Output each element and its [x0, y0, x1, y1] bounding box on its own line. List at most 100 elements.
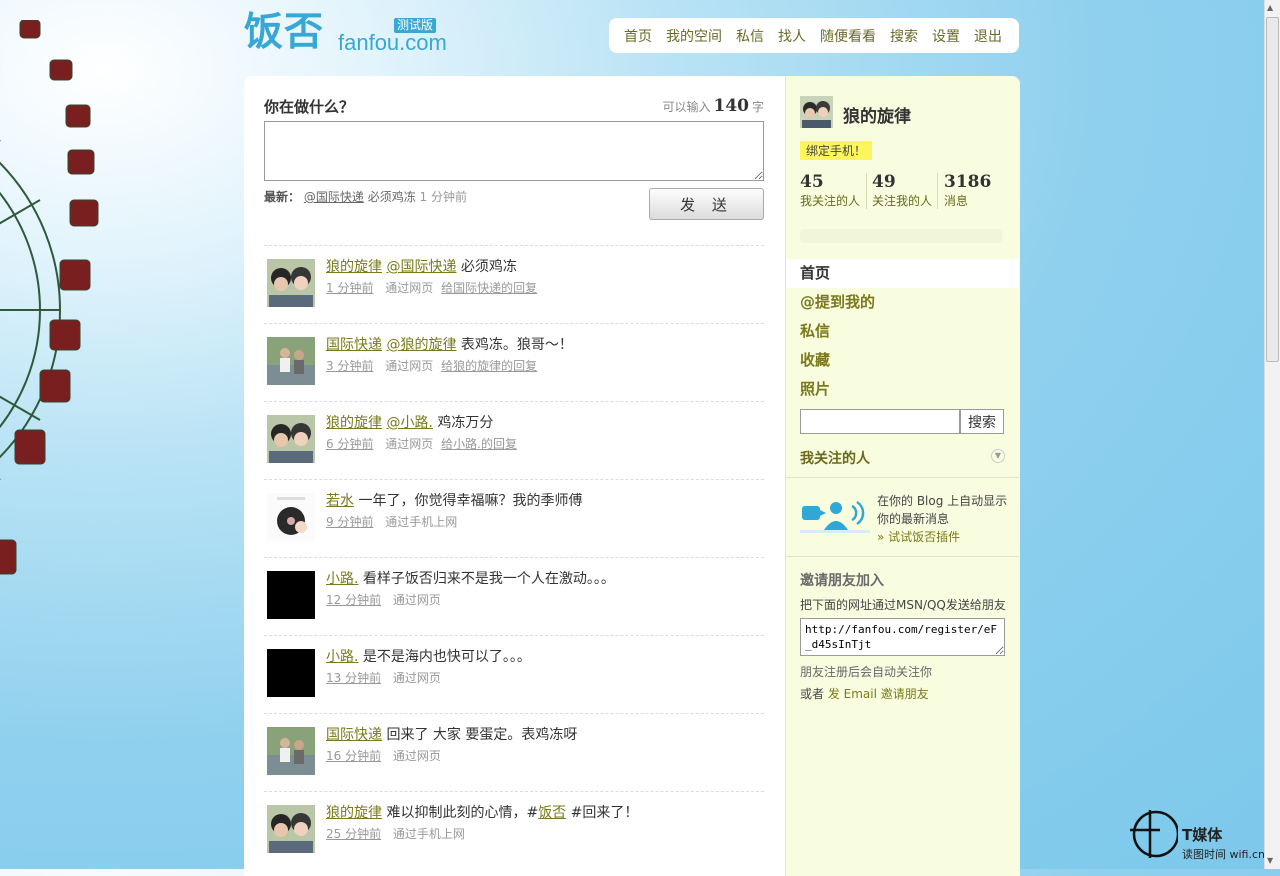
status-content: 若水 一年了，你觉得幸福嘛？我的季师傅: [326, 490, 756, 510]
stat-followers[interactable]: 49 关注我的人: [872, 172, 932, 209]
status-source: 通过网页: [392, 593, 441, 607]
status-text: 难以抑制此刻的心情，#: [386, 805, 539, 821]
reply-link[interactable]: 给狼的旋律的回复: [441, 359, 537, 373]
avatar-photo-outdoor[interactable]: [267, 727, 315, 775]
timeline-item: 狼的旋律 @小路. 鸡冻万分 6 分钟前 通过网页 给小路.的回复: [264, 401, 764, 479]
nav-browse[interactable]: 随便看看: [820, 26, 876, 46]
status-content: 小路. 看样子饭否归来不是我一个人在激动。。。: [326, 568, 756, 588]
following-section-title[interactable]: 我关注的人: [800, 448, 870, 468]
try-plugin-link[interactable]: » 试试饭否插件: [877, 528, 1012, 546]
sidebar-search-button[interactable]: 搜索: [960, 409, 1004, 434]
sidebar-item-favorites[interactable]: 收藏: [786, 346, 1019, 375]
status-text: 看样子饭否归来不是我一个人在激动。。。: [362, 571, 615, 587]
sidebar-menu: 首页 @提到我的 私信 收藏 照片: [786, 259, 1019, 404]
avatar-photo-pair[interactable]: [267, 805, 315, 853]
nav-my-space[interactable]: 我的空间: [666, 26, 722, 46]
author-link[interactable]: 国际快递: [326, 727, 382, 743]
author-link[interactable]: 狼的旋律: [326, 805, 382, 821]
status-text: 鸡冻万分: [437, 415, 494, 431]
composer-prompt: 你在做什么？: [264, 98, 355, 116]
status-time-link[interactable]: 12 分钟前: [326, 593, 381, 607]
scroll-up-icon[interactable]: ▲: [1267, 3, 1273, 12]
status-source: 通过网页: [385, 359, 434, 373]
fanfou-logo[interactable]: 饭否 fanfou.com 测试版: [244, 10, 447, 56]
avatar-photo-pair[interactable]: [267, 259, 315, 307]
invite-email-link[interactable]: 发 Email 邀请朋友: [828, 687, 929, 701]
latest-mention-link[interactable]: @国际快递: [304, 190, 364, 204]
nav-find-people[interactable]: 找人: [778, 26, 806, 46]
plugin-line1: 在你的 Blog 上自动显示: [877, 494, 1008, 508]
logo-chinese: 饭否: [244, 10, 325, 55]
bind-phone-link[interactable]: 绑定手机！: [800, 141, 873, 160]
invite-email-prefix: 或者: [800, 687, 825, 701]
stat-messages[interactable]: 3186 消息: [944, 172, 991, 209]
user-avatar[interactable]: [800, 96, 833, 128]
mention-link[interactable]: @国际快递: [386, 259, 456, 275]
avatar-photo-record[interactable]: [267, 493, 315, 541]
author-link[interactable]: 国际快递: [326, 337, 382, 353]
author-link[interactable]: 若水: [326, 493, 354, 509]
watermark: T媒体 读图时间 wifi.cn: [1130, 808, 1270, 863]
status-time-link[interactable]: 1 分钟前: [326, 281, 373, 295]
stat-following[interactable]: 45 我关注的人: [800, 172, 860, 209]
mention-link[interactable]: 饭否: [538, 805, 566, 821]
char-counter: 可以输入 140 字: [662, 96, 764, 116]
chevron-down-icon[interactable]: ▼: [991, 449, 1005, 463]
nav-home[interactable]: 首页: [624, 26, 652, 46]
divider: [786, 477, 1019, 478]
scroll-down-icon[interactable]: ▼: [1267, 856, 1273, 865]
status-text: 表鸡冻。狼哥～！: [460, 337, 573, 353]
reply-link[interactable]: 给国际快递的回复: [441, 281, 537, 295]
stat-following-label: 我关注的人: [800, 194, 861, 208]
sidebar-item-mentions[interactable]: @提到我的: [786, 288, 1019, 317]
avatar-photo-pair[interactable]: [267, 415, 315, 463]
send-button[interactable]: 发 送: [649, 188, 764, 220]
status-meta: 1 分钟前 通过网页 给国际快递的回复: [326, 279, 537, 296]
avatar-black[interactable]: [267, 571, 315, 619]
mention-link[interactable]: @小路.: [386, 415, 432, 431]
status-time-link[interactable]: 16 分钟前: [326, 749, 381, 763]
nav-settings[interactable]: 设置: [932, 26, 960, 46]
timeline-item: 国际快递 回来了 大家 要蛋定。表鸡冻呀 16 分钟前 通过网页: [264, 713, 764, 791]
nav-search[interactable]: 搜索: [890, 26, 918, 46]
invite-title: 邀请朋友加入: [800, 573, 884, 589]
watermark-name: T媒体: [1182, 826, 1223, 844]
status-time-link[interactable]: 13 分钟前: [326, 671, 381, 685]
status-time-link[interactable]: 25 分钟前: [326, 827, 381, 841]
author-link[interactable]: 狼的旋律: [326, 259, 382, 275]
latest-text: 必须鸡冻: [367, 190, 416, 204]
scrollbar-thumb[interactable]: [1266, 17, 1279, 362]
invite-url-field[interactable]: http://fanfou.com/register/eF_d45sInTjt: [800, 618, 1005, 656]
status-meta: 9 分钟前 通过手机上网: [326, 513, 461, 530]
mention-link[interactable]: @狼的旋律: [386, 337, 456, 353]
sidebar-item-messages[interactable]: 私信: [786, 317, 1019, 346]
blog-plugin-icon[interactable]: [800, 496, 870, 536]
divider: [786, 556, 1019, 557]
sidebar-item-home[interactable]: 首页: [786, 259, 1019, 288]
status-time-link[interactable]: 3 分钟前: [326, 359, 373, 373]
avatar-black[interactable]: [267, 649, 315, 697]
nav-logout[interactable]: 退出: [974, 26, 1002, 46]
timeline-item: 小路. 是不是海内也快可以了。。。 13 分钟前 通过网页: [264, 635, 764, 713]
username[interactable]: 狼的旋律: [843, 102, 911, 127]
stat-followers-value: 49: [872, 172, 896, 192]
reply-link[interactable]: 给小路.的回复: [441, 437, 517, 451]
status-time-link[interactable]: 6 分钟前: [326, 437, 373, 451]
sidebar: 狼的旋律 绑定手机！ 45 我关注的人 49 关注我的人 3186 消息 首页 …: [785, 76, 1020, 876]
page-scrollbar[interactable]: ▲ ▼: [1264, 0, 1280, 869]
avatar-photo-outdoor[interactable]: [267, 337, 315, 385]
author-link[interactable]: 狼的旋律: [326, 415, 382, 431]
author-link[interactable]: 小路.: [326, 571, 358, 587]
status-content: 国际快递 @狼的旋律 表鸡冻。狼哥～！: [326, 334, 756, 354]
sidebar-item-photos[interactable]: 照片: [786, 375, 1019, 404]
nav-messages[interactable]: 私信: [736, 26, 764, 46]
stat-messages-value: 3186: [944, 172, 992, 192]
sidebar-search-input[interactable]: [800, 409, 960, 434]
status-time-link[interactable]: 9 分钟前: [326, 515, 373, 529]
status-input[interactable]: [264, 121, 764, 181]
status-source: 通过网页: [392, 749, 441, 763]
counter-suffix: 字: [751, 100, 764, 114]
status-source: 通过网页: [385, 437, 434, 451]
author-link[interactable]: 小路.: [326, 649, 358, 665]
profile-progress-bar: [800, 229, 1002, 243]
